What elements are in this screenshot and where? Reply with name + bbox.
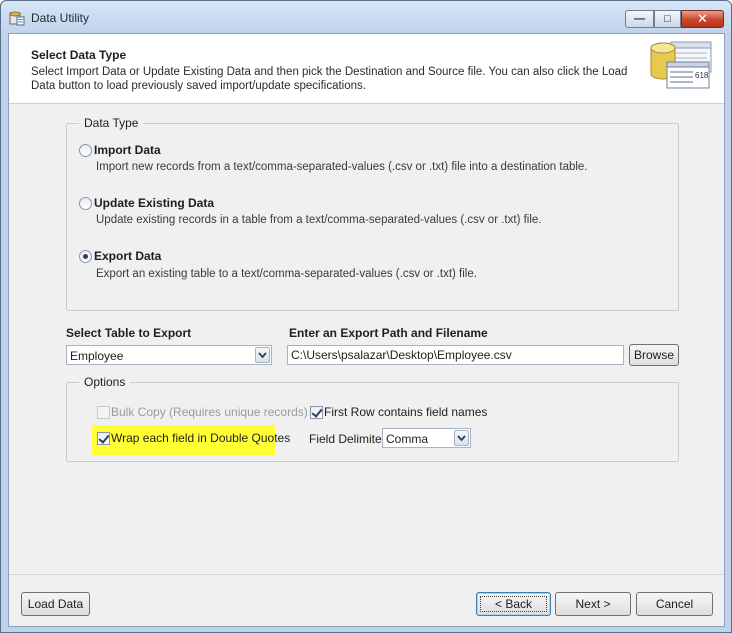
data-type-legend: Data Type (79, 116, 144, 130)
wrap-quotes-label[interactable]: Wrap each field in Double Quotes (111, 431, 290, 445)
wrap-quotes-checkbox[interactable] (97, 432, 110, 445)
footer-divider (9, 574, 724, 575)
cancel-button[interactable]: Cancel (636, 592, 713, 616)
import-data-label[interactable]: Import Data (94, 143, 161, 157)
load-data-button[interactable]: Load Data (21, 592, 90, 616)
field-delimiter-dropdown-button[interactable] (454, 430, 469, 446)
select-table-label: Select Table to Export (66, 326, 192, 340)
browse-button[interactable]: Browse (629, 344, 679, 366)
first-row-checkbox[interactable] (310, 406, 323, 419)
field-delimiter-value: Comma (386, 432, 429, 446)
chevron-down-icon (457, 435, 466, 442)
chevron-down-icon (258, 352, 267, 359)
update-existing-data-description: Update existing records in a table from … (96, 214, 542, 226)
back-button[interactable]: < Back (476, 592, 551, 616)
client-area: Select Data Type Select Import Data or U… (8, 33, 725, 627)
app-icon (9, 11, 25, 26)
options-legend: Options (79, 375, 131, 389)
header-icon-text: 618 (695, 71, 709, 80)
page-description: Select Import Data or Update Existing Da… (31, 66, 628, 92)
update-existing-data-label[interactable]: Update Existing Data (94, 196, 214, 210)
import-data-description: Import new records from a text/comma-sep… (96, 161, 588, 173)
close-icon: ✕ (697, 11, 708, 26)
maximize-icon: □ (664, 13, 671, 25)
wizard-header: Select Data Type Select Import Data or U… (9, 34, 724, 104)
update-existing-data-radio[interactable] (79, 197, 92, 210)
export-path-input[interactable] (288, 346, 623, 364)
bulk-copy-label[interactable]: Bulk Copy (Requires unique records) (111, 405, 308, 419)
import-data-radio[interactable] (79, 144, 92, 157)
export-data-description: Export an existing table to a text/comma… (96, 268, 477, 280)
minimize-button[interactable]: — (625, 10, 654, 28)
table-select[interactable]: Employee (66, 345, 272, 365)
next-button-label: Next > (575, 597, 611, 611)
field-delimiter-select[interactable]: Comma (382, 428, 471, 448)
maximize-button[interactable]: □ (654, 10, 681, 28)
browse-button-label: Browse (633, 348, 674, 362)
bulk-copy-checkbox[interactable] (97, 406, 110, 419)
title-bar[interactable]: Data Utility — □ ✕ (1, 1, 731, 33)
field-delimiter-label: Field Delimiter (309, 432, 386, 446)
page-title: Select Data Type (31, 48, 127, 62)
export-data-label[interactable]: Export Data (94, 249, 161, 263)
data-type-group: Data Type Import Data Import new records… (66, 116, 679, 311)
load-data-button-label: Load Data (27, 597, 84, 611)
options-group: Options Bulk Copy (Requires unique recor… (66, 375, 679, 462)
minimize-icon: — (634, 13, 645, 25)
focus-rectangle (480, 596, 547, 612)
next-button[interactable]: Next > (555, 592, 631, 616)
cancel-button-label: Cancel (655, 597, 694, 611)
table-select-value: Employee (70, 349, 124, 363)
data-utility-window: Data Utility — □ ✕ Select Data Type Sele… (0, 0, 732, 633)
export-path-label: Enter an Export Path and Filename (289, 326, 488, 340)
export-data-radio[interactable] (79, 250, 92, 263)
close-button[interactable]: ✕ (681, 10, 724, 28)
window-title: Data Utility (31, 11, 90, 25)
first-row-label[interactable]: First Row contains field names (324, 405, 487, 419)
table-select-dropdown-button[interactable] (255, 347, 270, 363)
export-path-field[interactable] (287, 345, 624, 365)
database-table-icon: 618 (650, 41, 712, 89)
